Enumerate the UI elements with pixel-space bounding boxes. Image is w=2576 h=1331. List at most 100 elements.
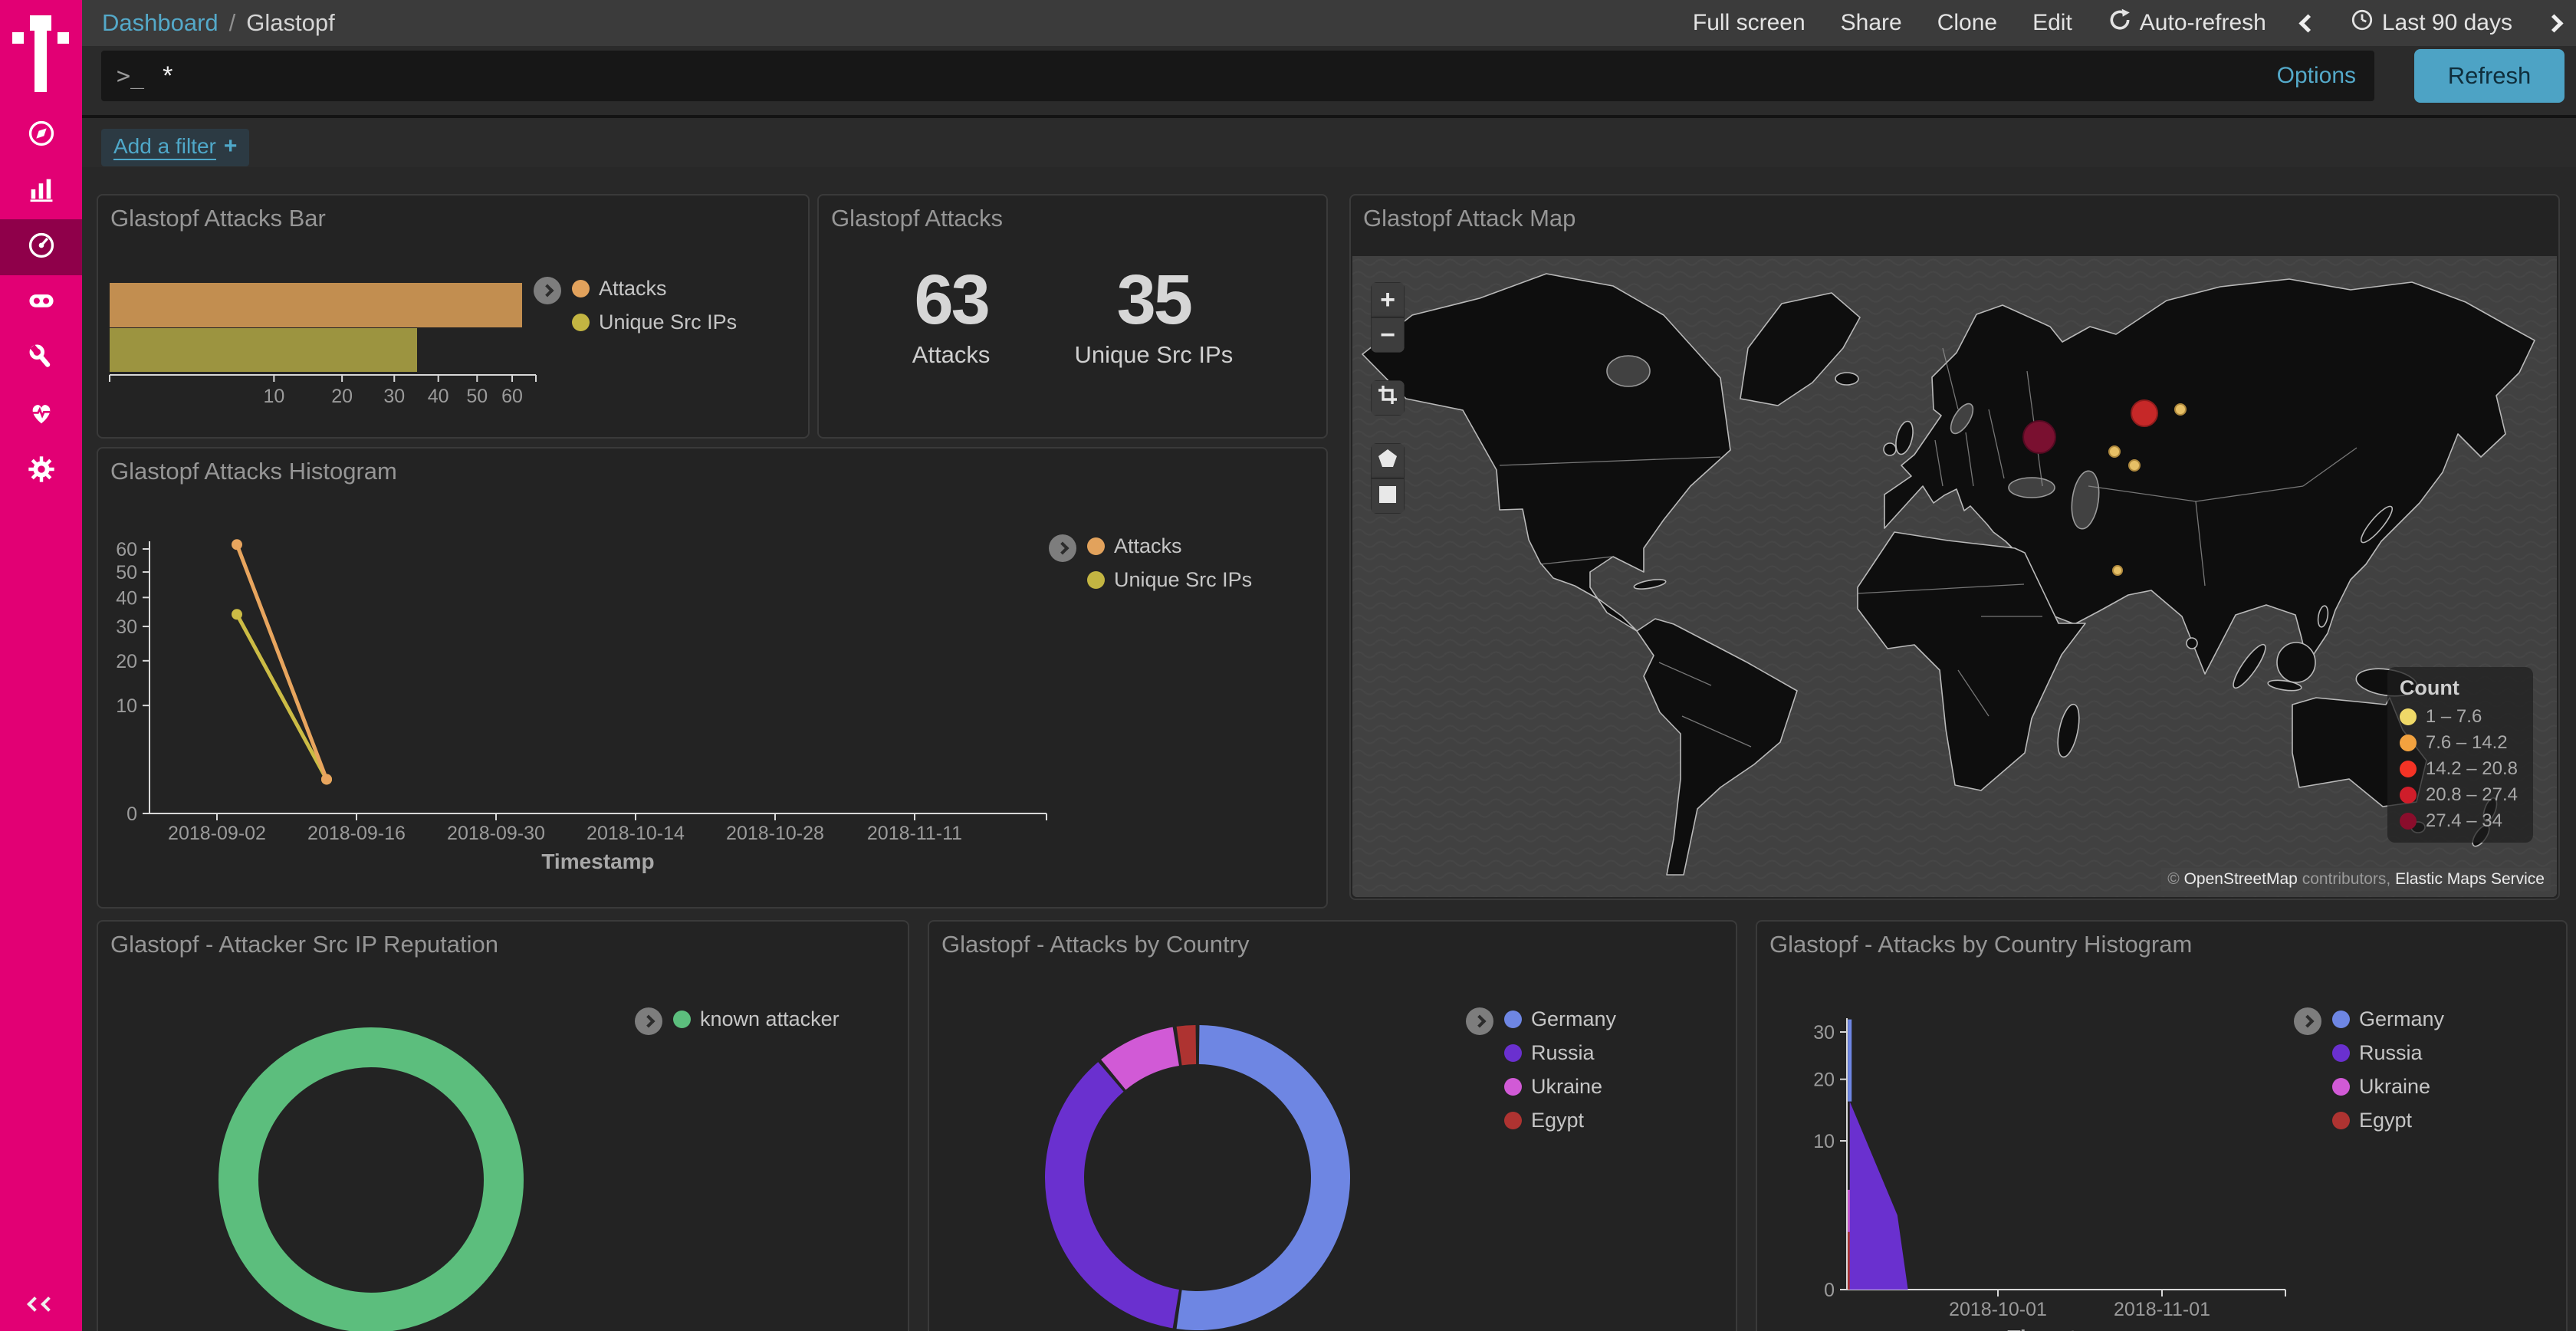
axis-tick-label: 30 — [116, 616, 137, 638]
breadcrumb-current: Glastopf — [246, 9, 334, 37]
fit-bounds-button[interactable] — [1371, 380, 1405, 416]
chevron-right-icon — [1056, 542, 1070, 555]
line-unique-src-ips[interactable] — [237, 614, 327, 779]
refresh-button[interactable]: Refresh — [2414, 49, 2564, 103]
donut-segment-russia[interactable] — [1045, 1062, 1179, 1328]
data-point[interactable] — [321, 774, 332, 784]
sidebar-item-timelion[interactable] — [0, 275, 82, 331]
sidebar-item-discover[interactable] — [0, 107, 82, 163]
axis-tick-label: 60 — [501, 386, 523, 407]
panel-title: Glastopf - Attacks by Country Histogram — [1769, 931, 2192, 958]
attack-location-marker[interactable] — [2131, 400, 2157, 426]
legend-dot — [572, 280, 590, 297]
panel-src-ip-reputation: Glastopf - Attacker Src IP Reputation kn… — [97, 920, 909, 1331]
legend-item-unique-src-ips[interactable]: Unique Src IPs — [1087, 568, 1252, 592]
bar-unique-src-ips[interactable] — [110, 328, 417, 372]
telekom-logo[interactable] — [12, 14, 69, 92]
legend-range: 7.6 – 14.2 — [2400, 732, 2518, 754]
line-attacks[interactable] — [237, 544, 327, 779]
compass-icon — [26, 118, 57, 153]
legend-dot — [2332, 1112, 2350, 1129]
sidebar-item-monitoring[interactable] — [0, 387, 82, 443]
attack-location-marker[interactable] — [2113, 566, 2122, 575]
sidebar-item-dashboard[interactable] — [0, 219, 82, 275]
clone-button[interactable]: Clone — [1937, 10, 1997, 36]
legend-toggle-button[interactable] — [1049, 534, 1076, 562]
axis-tick-label: 20 — [116, 651, 137, 672]
legend-item-egypt[interactable]: Egypt — [1504, 1109, 1616, 1132]
add-filter-button[interactable]: Add a filter + — [101, 129, 249, 166]
axis-tick-label: 2018-10-28 — [726, 823, 824, 844]
app-sidebar — [0, 0, 82, 1331]
legend-item-russia[interactable]: Russia — [2332, 1041, 2444, 1065]
legend-item-unique-src-ips[interactable]: Unique Src IPs — [572, 311, 737, 334]
legend-item-germany[interactable]: Germany — [1504, 1007, 1616, 1031]
legend-dot — [2400, 813, 2417, 830]
time-step-back-button[interactable] — [2302, 17, 2315, 30]
legend-item-egypt[interactable]: Egypt — [2332, 1109, 2444, 1132]
legend-dot — [2400, 761, 2417, 777]
legend-item-russia[interactable]: Russia — [1504, 1041, 1616, 1065]
map-controls: + − — [1371, 282, 1405, 541]
attack-location-marker[interactable] — [2109, 446, 2120, 457]
time-step-forward-button[interactable] — [2548, 17, 2561, 30]
axis-tick-label: 2018-09-02 — [168, 823, 266, 844]
reputation-legend: known attacker — [635, 1007, 840, 1035]
donut-segment-known-attacker[interactable] — [238, 1047, 504, 1313]
sidebar-item-dev-tools[interactable] — [0, 331, 82, 387]
sidebar-item-management[interactable] — [0, 443, 82, 499]
options-link[interactable]: Options — [2277, 63, 2356, 89]
attack-location-marker[interactable] — [2129, 460, 2140, 471]
elastic-maps-service-link[interactable]: Elastic Maps Service — [2395, 870, 2545, 888]
plus-icon: + — [224, 133, 238, 159]
legend-item-ukraine[interactable]: Ukraine — [2332, 1075, 2444, 1099]
legend-toggle-button[interactable] — [2294, 1007, 2321, 1035]
legend-item-attacks[interactable]: Attacks — [572, 277, 737, 301]
world-map[interactable]: + − — [1352, 256, 2557, 897]
legend-item-germany[interactable]: Germany — [2332, 1007, 2444, 1031]
data-point[interactable] — [232, 609, 242, 619]
mask-icon — [26, 286, 57, 320]
sidebar-collapse-button[interactable] — [0, 1299, 82, 1310]
axis-tick-label: 50 — [466, 386, 488, 407]
draw-polygon-button[interactable] — [1371, 443, 1405, 478]
legend-toggle-button[interactable] — [635, 1007, 662, 1035]
rectangle-icon — [1378, 481, 1398, 511]
donut-segment-egypt[interactable] — [1177, 1025, 1197, 1065]
axis-tick-label: 30 — [383, 386, 405, 407]
openstreetmap-link[interactable]: OpenStreetMap — [2184, 870, 2298, 888]
legend-dot — [1504, 1044, 1522, 1062]
bar-attacks[interactable] — [110, 283, 522, 327]
hudson-bay — [1607, 356, 1650, 386]
draw-rectangle-button[interactable] — [1371, 478, 1405, 514]
axis-tick-label: 2018-11-11 — [867, 823, 962, 844]
panel-title: Glastopf Attacks — [831, 205, 1003, 232]
zoom-in-button[interactable]: + — [1371, 282, 1405, 317]
legend-item-attacks[interactable]: Attacks — [1087, 534, 1252, 558]
edit-button[interactable]: Edit — [2032, 10, 2072, 36]
double-chevron-left-icon — [29, 1299, 54, 1310]
attack-location-marker[interactable] — [2175, 404, 2186, 415]
query-bar: >_ Options Refresh — [82, 46, 2576, 115]
sidebar-item-visualize[interactable] — [0, 163, 82, 219]
legend-toggle-button[interactable] — [534, 277, 561, 304]
time-range-picker[interactable]: Last 90 days — [2350, 8, 2512, 38]
layer-russia[interactable] — [1850, 1102, 1908, 1290]
axis-tick-label: Timestamp — [2007, 1326, 2120, 1331]
share-button[interactable]: Share — [1841, 10, 1902, 36]
donut-segment-germany[interactable] — [1177, 1025, 1350, 1330]
data-point[interactable] — [232, 539, 242, 550]
auto-refresh-button[interactable]: Auto-refresh — [2108, 8, 2266, 38]
search-input[interactable] — [161, 61, 2276, 92]
legend-item-ukraine[interactable]: Ukraine — [1504, 1075, 1616, 1099]
full-screen-button[interactable]: Full screen — [1693, 10, 1806, 36]
axis-tick-label: 0 — [1824, 1280, 1835, 1301]
legend-toggle-button[interactable] — [1466, 1007, 1493, 1035]
legend-item-known-attacker[interactable]: known attacker — [673, 1007, 840, 1031]
zoom-out-button[interactable]: − — [1371, 317, 1405, 353]
histogram-legend: Attacks Unique Src IPs — [1049, 534, 1252, 592]
layer-germany[interactable] — [1848, 1020, 1852, 1102]
breadcrumb-dashboard-link[interactable]: Dashboard — [102, 9, 219, 37]
chevron-left-icon — [2298, 14, 2317, 32]
attack-location-marker[interactable] — [2023, 421, 2055, 453]
